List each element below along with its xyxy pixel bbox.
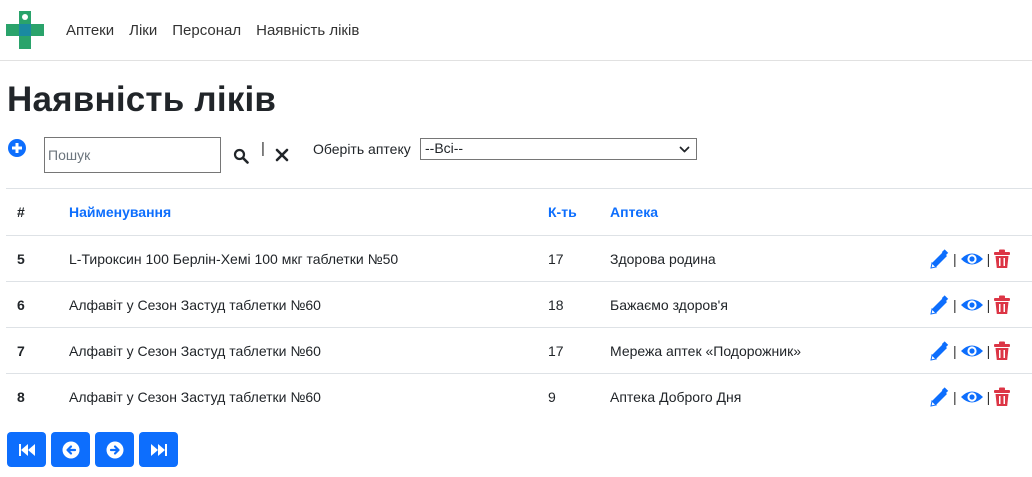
nav-link-medicines[interactable]: Ліки bbox=[129, 22, 157, 39]
delete-button[interactable] bbox=[993, 341, 1011, 361]
view-button[interactable] bbox=[960, 249, 984, 269]
column-header-actions bbox=[928, 188, 1032, 236]
action-separator: | bbox=[986, 388, 991, 405]
pharmacy-logo-icon[interactable] bbox=[6, 11, 44, 49]
column-header-quantity[interactable]: К-ть bbox=[548, 204, 577, 220]
last-page-button[interactable] bbox=[139, 432, 178, 467]
medicine-name: Алфавіт у Сезон Застуд таблетки №60 bbox=[58, 281, 537, 328]
row-number: 6 bbox=[6, 281, 58, 328]
skip-forward-icon bbox=[150, 443, 167, 456]
row-number: 5 bbox=[6, 235, 58, 282]
row-number: 7 bbox=[6, 327, 58, 374]
column-header-name[interactable]: Найменування bbox=[69, 204, 171, 220]
medicine-name: L-Тироксин 100 Берлін-Хемі 100 мкг табле… bbox=[58, 235, 537, 282]
eye-icon bbox=[960, 299, 983, 310]
row-actions: | | bbox=[928, 327, 1032, 374]
trash-icon bbox=[994, 387, 1011, 406]
delete-button[interactable] bbox=[993, 295, 1011, 315]
nav-link-pharmacies[interactable]: Аптеки bbox=[66, 22, 114, 39]
trash-icon bbox=[994, 295, 1011, 314]
edit-button[interactable] bbox=[928, 340, 950, 361]
pharmacy-name: Бажаємо здоров'я bbox=[599, 281, 928, 328]
pagination bbox=[7, 432, 178, 467]
table-row: 6 Алфавіт у Сезон Застуд таблетки №60 18 Ба… bbox=[6, 281, 1032, 328]
trash-icon bbox=[994, 341, 1011, 360]
arrow-left-circle-icon bbox=[62, 441, 79, 458]
medicine-quantity: 9 bbox=[537, 373, 599, 419]
delete-button[interactable] bbox=[993, 387, 1011, 407]
column-header-number: # bbox=[6, 188, 58, 236]
table-row: 7 Алфавіт у Сезон Застуд таблетки №60 17 Ме… bbox=[6, 327, 1032, 374]
skip-backward-icon bbox=[18, 443, 35, 456]
table-header-row: # Найменування К-ть Аптека bbox=[6, 188, 1032, 236]
add-circle-icon[interactable] bbox=[7, 138, 27, 158]
nav-link-availability[interactable]: Наявність ліків bbox=[256, 22, 359, 39]
edit-button[interactable] bbox=[928, 294, 950, 315]
action-separator: | bbox=[953, 296, 957, 313]
filter-toolbar: | Оберіть аптеку --Всі-- bbox=[7, 137, 1027, 177]
pencil-icon bbox=[930, 248, 949, 269]
medicine-quantity: 18 bbox=[537, 281, 599, 328]
search-input[interactable] bbox=[44, 137, 221, 173]
column-header-pharmacy[interactable]: Аптека bbox=[610, 204, 658, 220]
toolbar-separator: | bbox=[261, 140, 265, 157]
medicine-quantity: 17 bbox=[537, 235, 599, 282]
search-icon[interactable] bbox=[233, 148, 249, 164]
pencil-icon bbox=[930, 386, 949, 407]
action-separator: | bbox=[986, 250, 991, 267]
action-separator: | bbox=[953, 250, 957, 267]
table-row: 5 L-Тироксин 100 Берлін-Хемі 100 мкг табл… bbox=[6, 235, 1032, 282]
medicine-name: Алфавіт у Сезон Застуд таблетки №60 bbox=[58, 327, 537, 374]
pharmacy-name: Здорова родина bbox=[599, 235, 928, 282]
row-number: 8 bbox=[6, 373, 58, 419]
pencil-icon bbox=[930, 294, 949, 315]
nav-link-staff[interactable]: Персонал bbox=[172, 22, 241, 39]
top-navbar: Аптеки Ліки Персонал Наявність ліків bbox=[0, 0, 1032, 61]
table-row: 8 Алфавіт у Сезон Застуд таблетки №60 9 Апт… bbox=[6, 373, 1032, 419]
row-actions: | | bbox=[928, 373, 1032, 419]
medicine-availability-table: # Найменування К-ть Аптека 5 L-Тироксин 1… bbox=[6, 188, 1032, 419]
delete-button[interactable] bbox=[993, 249, 1011, 269]
next-page-button[interactable] bbox=[95, 432, 134, 467]
previous-page-button[interactable] bbox=[51, 432, 90, 467]
trash-icon bbox=[994, 249, 1011, 268]
edit-button[interactable] bbox=[928, 248, 950, 269]
pharmacy-name: Аптека Доброго Дня bbox=[599, 373, 928, 419]
pencil-icon bbox=[930, 340, 949, 361]
page-title: Наявність ліків bbox=[7, 80, 277, 119]
first-page-button[interactable] bbox=[7, 432, 46, 467]
action-separator: | bbox=[986, 296, 991, 313]
pharmacy-select-value: --Всі-- bbox=[425, 140, 464, 156]
view-button[interactable] bbox=[960, 295, 984, 315]
action-separator: | bbox=[986, 342, 991, 359]
view-button[interactable] bbox=[960, 387, 984, 407]
action-separator: | bbox=[953, 388, 957, 405]
pharmacy-select-label: Оберіть аптеку bbox=[313, 141, 411, 157]
chevron-down-icon bbox=[679, 146, 690, 153]
pharmacy-name: Мережа аптек «Подорожник» bbox=[599, 327, 928, 374]
eye-icon bbox=[960, 253, 983, 264]
arrow-right-circle-icon bbox=[106, 441, 123, 458]
eye-icon bbox=[960, 345, 983, 356]
eye-icon bbox=[960, 391, 983, 402]
view-button[interactable] bbox=[960, 341, 984, 361]
medicine-name: Алфавіт у Сезон Застуд таблетки №60 bbox=[58, 373, 537, 419]
medicine-quantity: 17 bbox=[537, 327, 599, 374]
row-actions: | | bbox=[928, 235, 1032, 282]
action-separator: | bbox=[953, 342, 957, 359]
pharmacy-select[interactable]: --Всі-- bbox=[420, 138, 697, 160]
edit-button[interactable] bbox=[928, 386, 950, 407]
close-icon[interactable] bbox=[275, 148, 289, 162]
row-actions: | | bbox=[928, 281, 1032, 328]
